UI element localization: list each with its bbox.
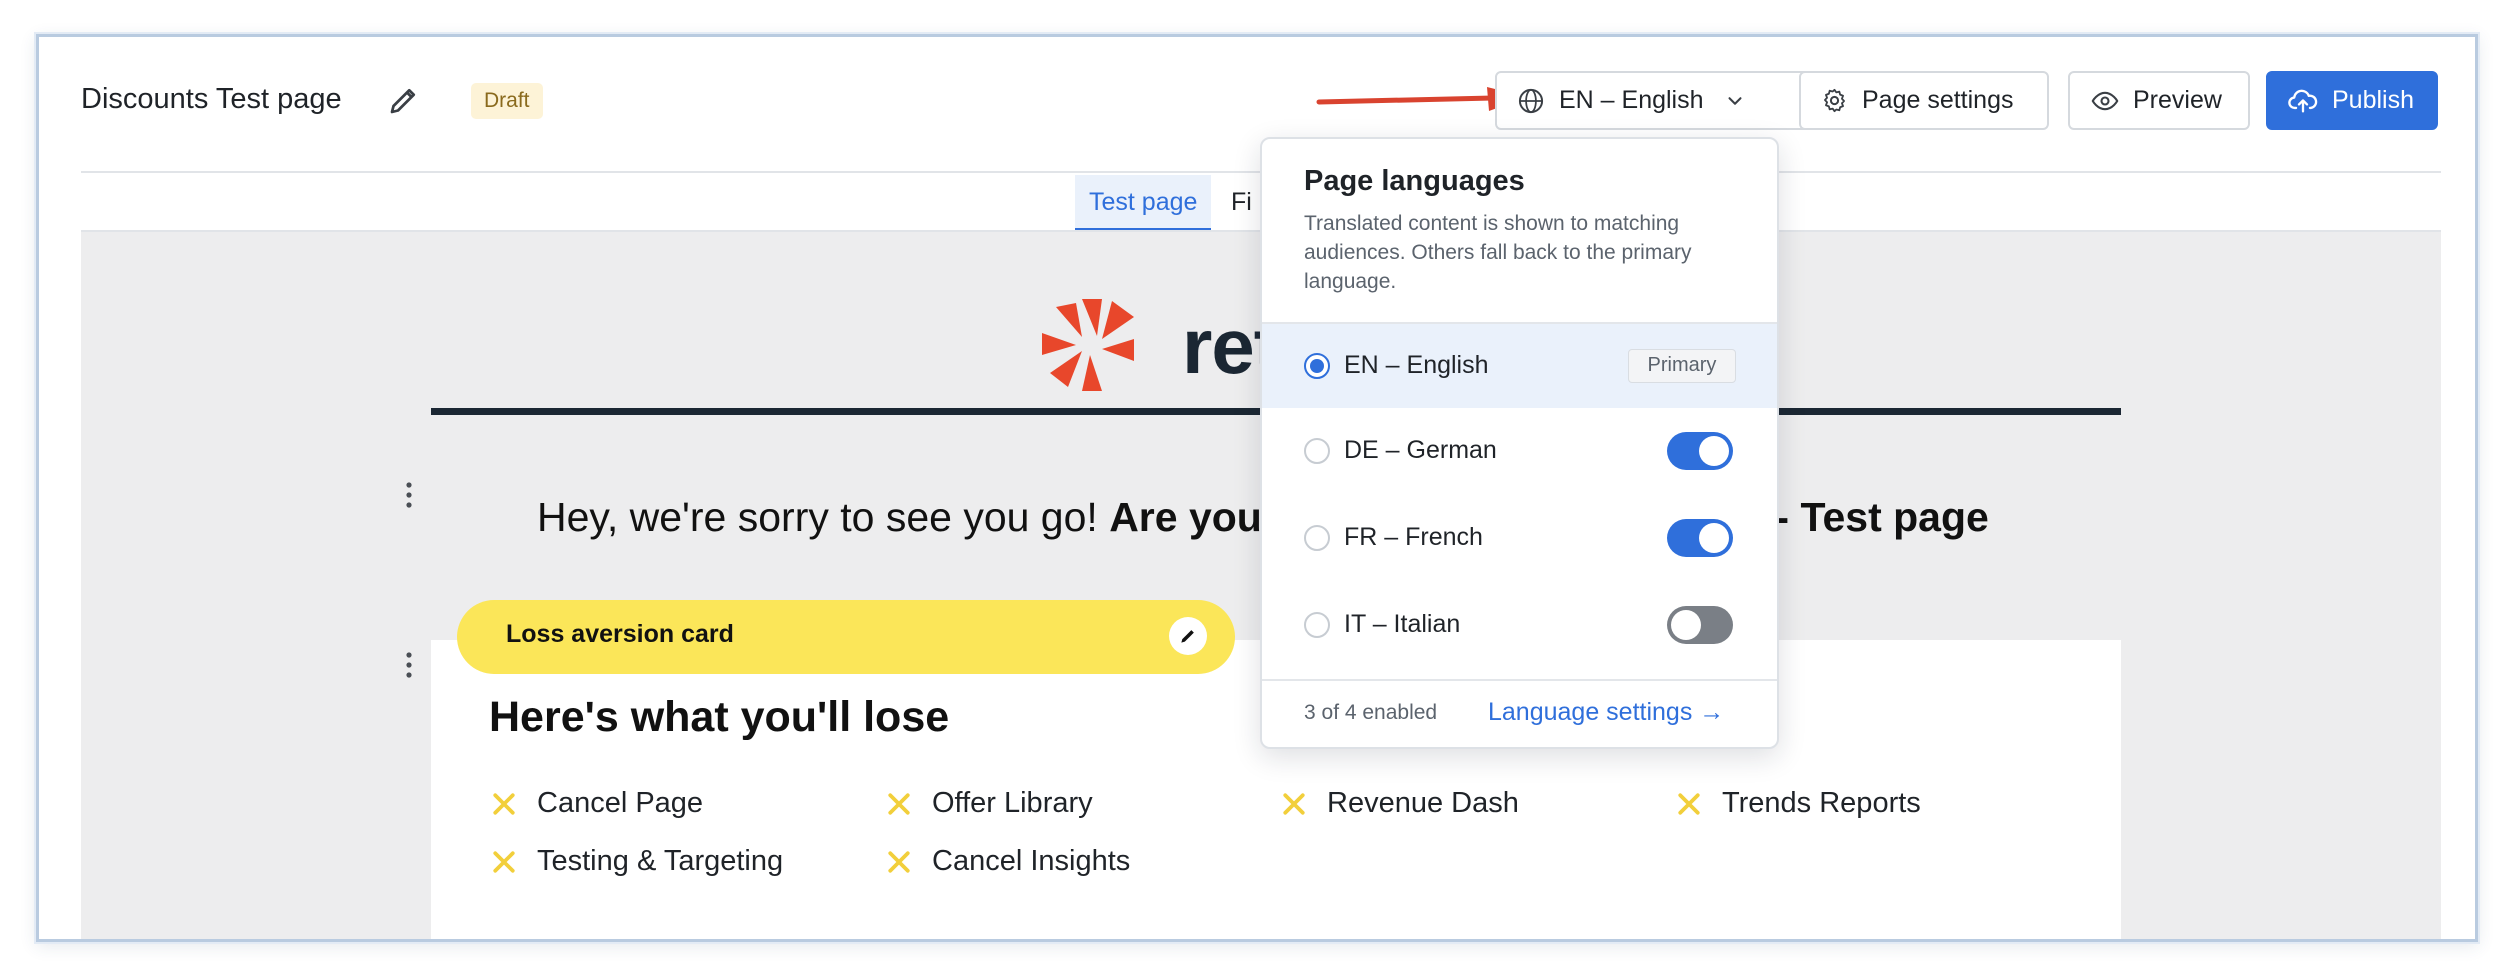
pencil-icon — [1181, 630, 1194, 643]
language-label: FR – French — [1344, 523, 1483, 551]
gear-icon — [1824, 88, 1845, 113]
language-label: EN – English — [1344, 351, 1489, 379]
radio-button[interactable] — [1304, 438, 1330, 464]
language-selector-button[interactable]: EN – English — [1495, 71, 1814, 130]
tab-next[interactable]: Fi — [1231, 175, 1252, 231]
x-mark-icon — [493, 850, 515, 873]
brand-logo-icon — [1042, 299, 1134, 391]
card-heading: Here's what you'll lose — [489, 693, 950, 741]
x-mark-icon — [888, 792, 910, 815]
radio-button[interactable] — [1304, 525, 1330, 551]
radio-button[interactable] — [1304, 353, 1330, 379]
feature-item: Testing & Targeting — [489, 845, 783, 878]
kebab-menu-icon[interactable] — [399, 650, 419, 680]
language-option-fr[interactable]: FR – French — [1262, 496, 1777, 580]
feature-label: Trends Reports — [1722, 787, 1921, 819]
preview-label: Preview — [2133, 86, 2222, 114]
language-label: DE – German — [1344, 436, 1497, 464]
x-mark-icon — [1678, 792, 1700, 815]
language-dropdown: Page languages Translated content is sho… — [1260, 137, 1779, 749]
eye-icon — [2091, 91, 2119, 110]
language-option-it[interactable]: IT – Italian — [1262, 583, 1777, 667]
radio-button[interactable] — [1304, 612, 1330, 638]
tab-test-page[interactable]: Test page — [1075, 175, 1212, 231]
kebab-menu-icon[interactable] — [399, 480, 419, 510]
toggle-knob — [1699, 436, 1729, 466]
x-mark-icon — [1283, 792, 1305, 815]
enabled-count: 3 of 4 enabled — [1304, 701, 1438, 724]
preview-button[interactable]: Preview — [2068, 71, 2250, 130]
page-headline: Hey, we're sorry to see you go! Are you — [537, 494, 1262, 541]
feature-label: Offer Library — [932, 787, 1093, 819]
x-mark-icon — [888, 850, 910, 873]
feature-item: Offer Library — [884, 787, 1093, 820]
page-settings-label: Page settings — [1862, 86, 2014, 114]
feature-label: Cancel Page — [537, 787, 704, 819]
toggle-knob — [1699, 523, 1729, 553]
publish-label: Publish — [2332, 86, 2414, 114]
dropdown-description: Translated content is shown to matching … — [1304, 212, 1692, 293]
pencil-icon[interactable] — [386, 82, 422, 118]
cloud-upload-icon — [2288, 89, 2318, 113]
language-option-de[interactable]: DE – German — [1262, 409, 1777, 493]
globe-icon — [1518, 88, 1544, 113]
dropdown-divider — [1262, 679, 1777, 681]
publish-button[interactable]: Publish — [2266, 71, 2438, 130]
language-toggle[interactable] — [1667, 519, 1733, 557]
language-toggle[interactable] — [1667, 432, 1733, 470]
language-label: IT – Italian — [1344, 610, 1461, 638]
language-settings-link[interactable]: Language settings → — [1488, 698, 1724, 727]
headline-bold-text: Are you — [1109, 494, 1262, 540]
primary-badge: Primary — [1628, 349, 1736, 383]
page-title: Discounts Test page — [81, 83, 342, 115]
feature-item: Trends Reports — [1674, 787, 1921, 820]
feature-label: Revenue Dash — [1327, 787, 1519, 819]
page-settings-button[interactable]: Page settings — [1799, 71, 2049, 130]
card-edit-button[interactable] — [1169, 617, 1207, 655]
toggle-knob — [1671, 610, 1701, 640]
language-option-en[interactable]: EN – English Primary — [1262, 324, 1777, 408]
feature-item: Revenue Dash — [1279, 787, 1519, 820]
x-mark-icon — [493, 792, 515, 815]
chevron-down-icon — [1728, 96, 1742, 105]
language-selector-label: EN – English — [1559, 86, 1704, 114]
feature-item: Cancel Insights — [884, 845, 1130, 878]
card-label: Loss aversion card — [506, 620, 734, 648]
headline-regular-text: Hey, we're sorry to see you go! — [537, 494, 1110, 540]
app-window: Discounts Test page Draft EN – English P… — [36, 34, 2478, 942]
feature-item: Cancel Page — [489, 787, 703, 820]
feature-label: Testing & Targeting — [537, 845, 784, 877]
feature-label: Cancel Insights — [932, 845, 1131, 877]
dropdown-title: Page languages — [1304, 165, 1525, 197]
language-toggle[interactable] — [1667, 606, 1733, 644]
status-badge: Draft — [471, 83, 543, 119]
